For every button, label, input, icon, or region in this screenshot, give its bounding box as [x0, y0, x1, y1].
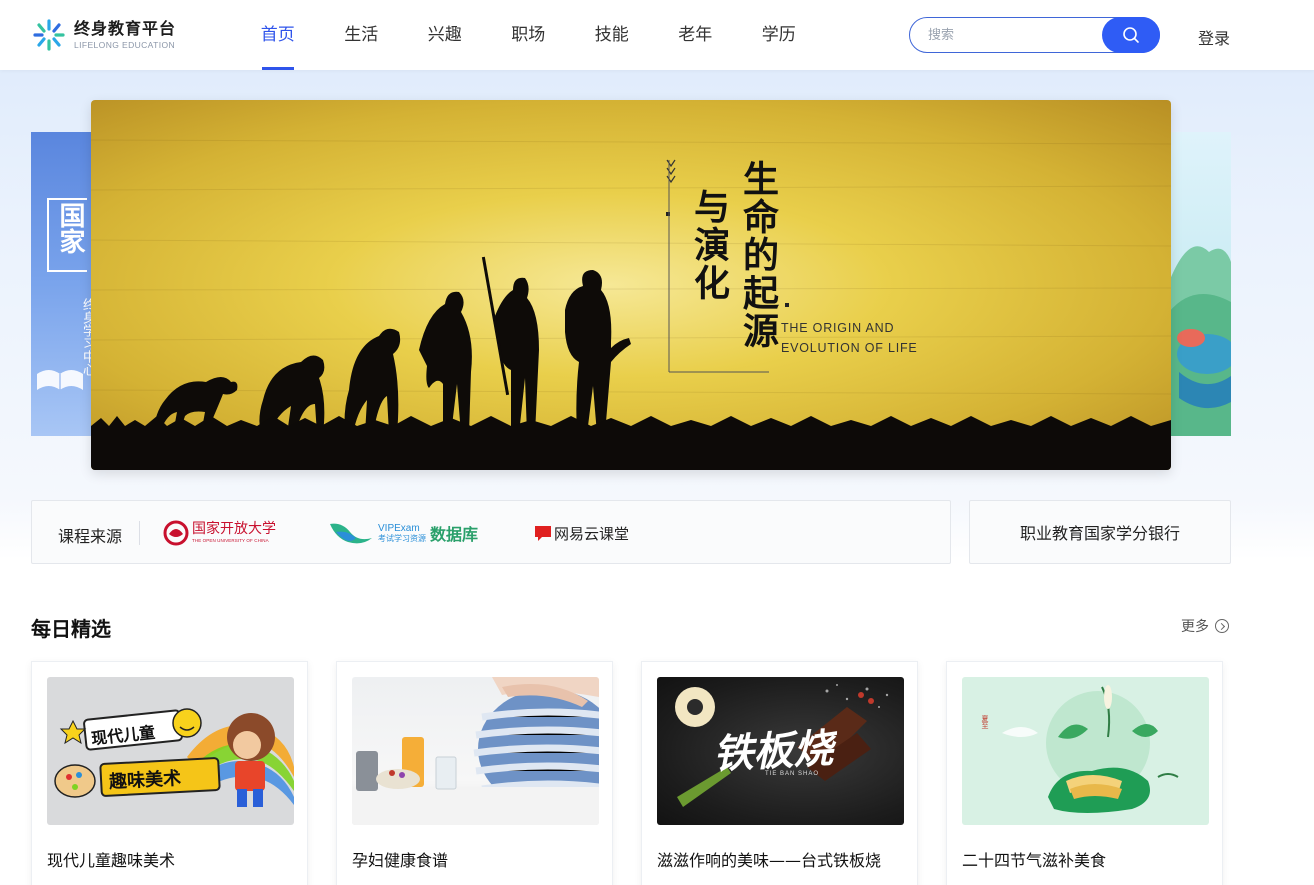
- course-card[interactable]: 孕妇健康食谱: [336, 661, 613, 885]
- course-title: 滋滋作响的美味——台式铁板烧: [657, 851, 882, 870]
- pregnant-woman-photo: [352, 677, 599, 825]
- banner-title-sub: 与演化: [688, 188, 730, 302]
- course-sources-bar: 课程来源 国家开放大学 THE OPEN UNIVERSITY OF CHINA…: [31, 500, 951, 564]
- site-logo[interactable]: 终身教育平台 LIFELONG EDUCATION: [32, 16, 176, 54]
- vipexam-prefix: VIPExam: [378, 523, 420, 534]
- top-header: 终身教育平台 LIFELONG EDUCATION 首页 生活 兴趣 职场 技能…: [0, 0, 1314, 70]
- vipexam-prefix-sub: 考试学习资源: [378, 534, 426, 543]
- nav-workplace[interactable]: 职场: [487, 0, 571, 70]
- open-university-name: 国家开放大学: [192, 521, 276, 537]
- source-open-university[interactable]: 国家开放大学 THE OPEN UNIVERSITY OF CHINA: [163, 519, 276, 547]
- banner-title-main: 生命的起源: [737, 160, 779, 350]
- nav-senior[interactable]: 老年: [654, 0, 738, 70]
- course-thumbnail: 现代儿童 趣味美术: [47, 677, 294, 825]
- sources-label: 课程来源: [58, 527, 123, 546]
- login-link[interactable]: 登录: [1198, 25, 1230, 49]
- nav-life[interactable]: 生活: [320, 0, 404, 70]
- course-thumbnail: [352, 677, 599, 825]
- card-image-text-2: 趣味美术: [108, 768, 182, 793]
- carousel-prev-slide[interactable]: 国家 终身学习中心: [31, 132, 93, 436]
- course-title: 现代儿童趣味美术: [47, 851, 176, 870]
- divider: [139, 521, 140, 545]
- search-icon: [1123, 27, 1139, 43]
- course-thumbnail: 铁板烧 TIE BAN SHAO: [657, 677, 904, 825]
- course-card[interactable]: 夏至 二十四节气滋补美食: [946, 661, 1223, 885]
- course-card[interactable]: 铁板烧 TIE BAN SHAO 滋滋作响的美味——台式铁板烧: [641, 661, 918, 885]
- kids-art-illustration: [54, 708, 294, 807]
- open-university-subname: THE OPEN UNIVERSITY OF CHINA: [192, 538, 269, 543]
- nav-home[interactable]: 首页: [236, 0, 320, 70]
- nav-skills[interactable]: 技能: [570, 0, 654, 70]
- course-thumbnail: 夏至: [962, 677, 1209, 825]
- carousel-next-slide[interactable]: [1169, 132, 1231, 436]
- main-nav: 首页 生活 兴趣 职场 技能 老年 学历: [236, 0, 821, 70]
- daily-picks-list: 现代儿童 趣味美术 现代儿童趣味美术 孕妇健康食谱 铁板烧 TIE BAN SH…: [31, 661, 1231, 885]
- netease-name: 网易云课堂: [554, 524, 630, 543]
- hero-banner[interactable]: 生命的起源 与演化 THE ORIGIN AND EVOLUTION OF LI…: [91, 100, 1171, 470]
- search-button[interactable]: [1102, 17, 1160, 53]
- banner-subtitle-line2: EVOLUTION OF LIFE: [781, 341, 918, 355]
- evolution-silhouettes: [91, 139, 1171, 434]
- credit-bank-link[interactable]: 职业教育国家学分银行: [969, 500, 1231, 564]
- vipexam-logo-icon: [330, 523, 372, 544]
- netease-logo-icon: [535, 526, 551, 541]
- vipexam-name: 数据库: [430, 525, 479, 544]
- banner-subtitle-en: THE ORIGIN AND EVOLUTION OF LIFE: [781, 318, 918, 358]
- card-image-text-1: 夏至: [981, 715, 989, 729]
- solar-term-food-illustration: [1002, 685, 1179, 813]
- course-card[interactable]: 现代儿童 趣味美术 现代儿童趣味美术: [31, 661, 308, 885]
- banner-ground: [91, 426, 1171, 470]
- chevron-right-circle-icon: [1215, 619, 1229, 633]
- book-icon: [37, 370, 83, 390]
- card-image-text-2: TIE BAN SHAO: [765, 771, 820, 777]
- search-box: [909, 17, 1160, 53]
- source-netease-cloud-class[interactable]: 网易云课堂: [534, 519, 629, 547]
- nav-interest[interactable]: 兴趣: [403, 0, 487, 70]
- course-title: 二十四节气滋补美食: [962, 851, 1107, 870]
- slide-text: 国家: [55, 202, 85, 254]
- open-university-logo-icon: [163, 520, 189, 546]
- course-title: 孕妇健康食谱: [352, 851, 449, 870]
- banner-subtitle-line1: THE ORIGIN AND: [781, 321, 895, 335]
- nav-degree[interactable]: 学历: [737, 0, 821, 70]
- more-link[interactable]: 更多: [1181, 616, 1229, 636]
- landscape-illustration: [1169, 246, 1231, 436]
- logo-icon: [32, 18, 66, 52]
- search-input[interactable]: [928, 26, 1098, 44]
- logo-title: 终身教育平台: [74, 19, 177, 38]
- source-vipexam[interactable]: VIPExam 考试学习资源 数据库: [328, 519, 478, 547]
- logo-subtitle: LIFELONG EDUCATION: [74, 40, 176, 50]
- more-label: 更多: [1181, 619, 1209, 635]
- daily-picks-title: 每日精选: [31, 617, 111, 641]
